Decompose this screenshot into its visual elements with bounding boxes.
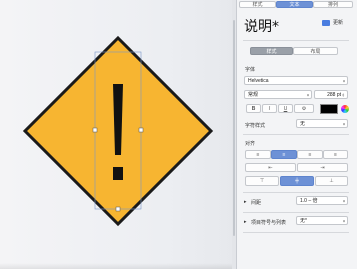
bullets-dropdown[interactable]: 无* ▾	[296, 216, 348, 225]
char-style-dropdown[interactable]: 无 ▾	[296, 119, 348, 128]
tab-text-layout[interactable]: 布局	[293, 47, 338, 55]
separator	[243, 40, 349, 41]
chevron-down-icon: ▾	[342, 198, 345, 203]
align-justify-button[interactable]: ≡	[323, 150, 348, 159]
tab-arrange[interactable]: 排列	[313, 1, 353, 8]
align-left-icon: ≡	[256, 151, 260, 158]
indent-icon: ⇥	[320, 164, 325, 171]
chevron-down-icon: ▾	[342, 218, 345, 223]
canvas-bottom-shadow	[0, 263, 236, 269]
tab-style[interactable]: 样式	[239, 1, 276, 8]
color-wheel-icon[interactable]	[341, 105, 349, 113]
font-size-field[interactable]: 288 pt ⇕	[314, 90, 348, 99]
valign-top-icon: ⊤	[259, 178, 265, 184]
decrease-indent-button[interactable]: ⇤	[245, 163, 296, 172]
update-label: 更新	[333, 20, 344, 26]
valign-bottom-icon: ⊥	[329, 178, 334, 184]
bullets-label[interactable]: 项目符号与列表	[251, 219, 286, 226]
align-justify-icon: ≡	[334, 151, 337, 158]
resize-handle-left[interactable]	[92, 127, 98, 133]
separator	[243, 232, 349, 233]
tab-text-style[interactable]: 样式	[250, 47, 293, 55]
exclamation-dot	[113, 167, 123, 180]
tab-text[interactable]: 文本	[276, 1, 313, 8]
text-options-button[interactable]: ⚙	[294, 104, 314, 113]
chevron-down-icon: ▾	[342, 121, 345, 126]
valign-top-button[interactable]: ⊤	[245, 176, 279, 186]
align-right-icon: ≡	[308, 151, 312, 158]
spacing-disclosure-icon[interactable]: ▸	[244, 199, 247, 205]
text-color-well[interactable]	[320, 104, 338, 114]
font-weight-dropdown[interactable]: 常规 ▾	[244, 90, 312, 99]
align-center-button[interactable]: ≡	[271, 150, 297, 159]
align-right-button[interactable]: ≡	[297, 150, 323, 159]
warning-sign-shape[interactable]	[0, 0, 236, 269]
font-family-dropdown[interactable]: Helvetica ▾	[244, 76, 348, 85]
outdent-icon: ⇤	[268, 164, 273, 171]
valign-middle-button[interactable]: ╪	[280, 176, 314, 186]
chevron-down-icon: ▾	[306, 92, 309, 97]
document-canvas[interactable]	[0, 0, 236, 269]
align-left-button[interactable]: ≡	[245, 150, 271, 159]
align-center-icon: ≡	[282, 151, 286, 158]
chevron-down-icon: ▾	[342, 78, 345, 83]
alignment-label: 对齐	[245, 141, 256, 147]
char-style-label: 字符样式	[245, 123, 266, 129]
bold-button[interactable]: B	[246, 104, 261, 113]
underline-button[interactable]: U	[278, 104, 293, 113]
canvas-scrollbar-thumb[interactable]	[233, 20, 235, 236]
font-section-label: 字体	[245, 67, 256, 73]
separator	[243, 212, 349, 213]
italic-button[interactable]: I	[262, 104, 277, 113]
separator	[243, 134, 349, 135]
increase-indent-button[interactable]: ⇥	[297, 163, 348, 172]
bullets-disclosure-icon[interactable]: ▸	[244, 219, 247, 225]
valign-bottom-button[interactable]: ⊥	[315, 176, 348, 186]
valign-middle-icon: ╪	[295, 178, 299, 184]
separator	[243, 192, 349, 193]
stepper-icon: ⇕	[341, 92, 345, 97]
gear-icon: ⚙	[301, 105, 307, 112]
update-style-button[interactable]	[322, 20, 330, 26]
resize-handle-bottom[interactable]	[115, 206, 121, 212]
spacing-label[interactable]: 间距	[251, 199, 261, 206]
spacing-dropdown[interactable]: 1.0 – 倍 ▾	[296, 196, 348, 205]
paragraph-style-name[interactable]: 说明*	[244, 16, 279, 36]
resize-handle-right[interactable]	[138, 127, 144, 133]
